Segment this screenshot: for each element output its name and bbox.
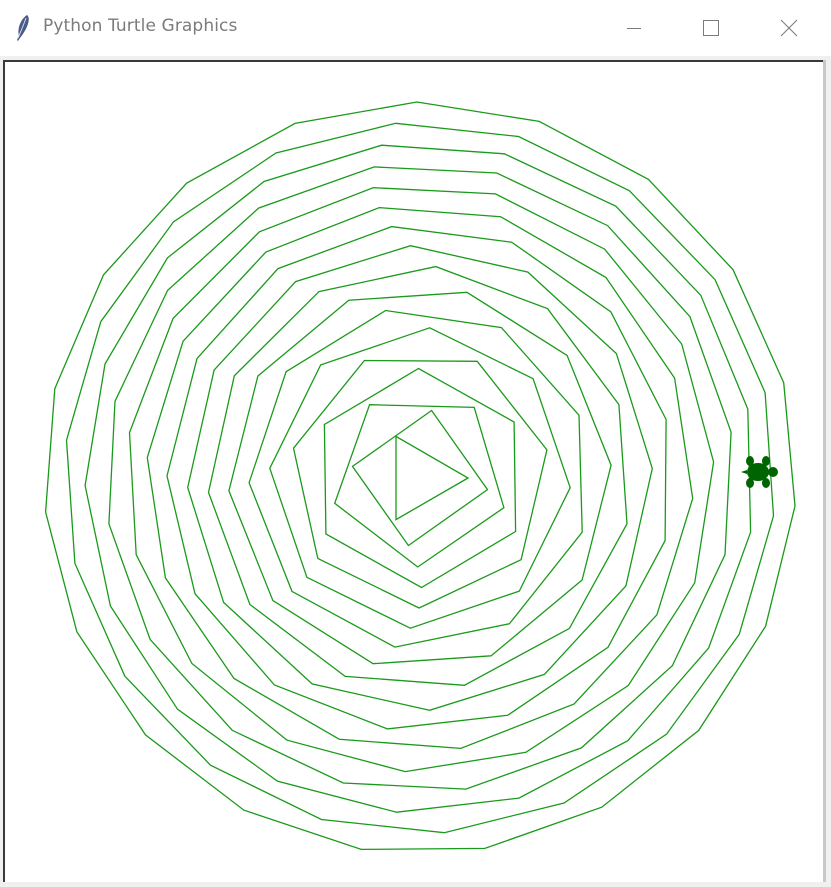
title-bar[interactable]: Python Turtle Graphics [0,0,831,56]
minimize-button[interactable] [595,0,673,56]
minimize-icon [627,28,641,29]
spiral-polygon [84,144,752,813]
close-icon [780,19,798,37]
spiral-polygon [44,101,796,851]
window-title: Python Turtle Graphics [43,16,238,36]
spiral-polygon [108,166,732,790]
spiral-drawing [44,101,796,851]
bottom-edge [0,882,831,887]
spiral-polygon [292,359,548,609]
turtle-canvas[interactable] [3,60,826,882]
close-button[interactable] [750,0,828,56]
spiral-polygon [323,367,517,589]
maximize-icon [703,20,719,36]
spiral-polygon [207,265,628,686]
feather-icon [17,15,29,41]
spiral-polygon [146,206,694,750]
spiral-polygon [395,435,470,521]
spiral-polygon [128,187,715,773]
maximize-button[interactable] [672,0,750,56]
spiral-polygon [333,404,505,568]
turtle-icon [741,456,778,488]
spiral-polygon [166,225,667,730]
spiral-polygon [269,327,571,629]
